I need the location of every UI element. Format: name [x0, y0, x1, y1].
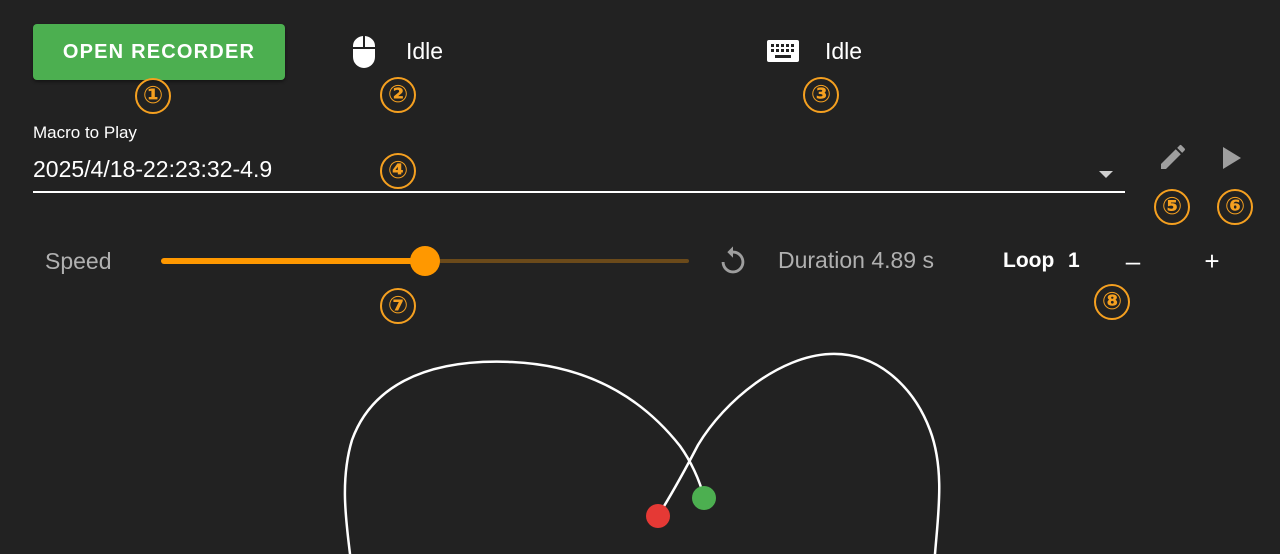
macro-select-underline — [33, 191, 1125, 193]
play-icon[interactable] — [1220, 145, 1244, 176]
annotation-badge-1: ① — [135, 78, 171, 114]
mouse-status: Idle — [406, 38, 444, 64]
mouse-path-line — [343, 360, 706, 554]
refresh-icon[interactable] — [716, 245, 750, 284]
loop-label: Loop — [1003, 249, 1055, 272]
annotation-badge-7: ⑦ — [380, 288, 416, 324]
keyboard-status: Idle — [825, 38, 863, 64]
path-start-point — [692, 486, 716, 510]
annotation-badge-2: ② — [380, 77, 416, 113]
annotation-badge-5: ⑤ — [1154, 189, 1190, 225]
speed-slider-thumb[interactable] — [410, 246, 440, 276]
loop-value: 1 — [1068, 249, 1080, 272]
mouse-path-canvas — [343, 352, 941, 554]
loop-decrement-button[interactable]: – — [1118, 246, 1148, 277]
macro-select-label: Macro to Play — [33, 123, 137, 142]
duration-text: Duration 4.89 s — [778, 247, 934, 273]
annotation-badge-8: ⑧ — [1094, 284, 1130, 320]
annotation-badge-6: ⑥ — [1217, 189, 1253, 225]
mouse-path-line-2 — [656, 352, 941, 554]
annotation-badge-3: ③ — [803, 77, 839, 113]
open-recorder-button[interactable]: OPEN RECORDER — [33, 24, 285, 80]
path-end-point — [646, 504, 670, 528]
speed-slider-fill — [161, 258, 425, 264]
speed-slider[interactable] — [161, 244, 689, 278]
caret-down-icon[interactable] — [1098, 166, 1114, 184]
macro-select-value[interactable]: 2025/4/18-22:23:32-4.9 — [33, 156, 272, 183]
pencil-icon[interactable] — [1157, 141, 1189, 178]
speed-label: Speed — [45, 248, 112, 274]
mouse-icon — [351, 35, 377, 74]
keyboard-icon — [767, 40, 799, 67]
loop-increment-button[interactable]: + — [1197, 246, 1227, 277]
annotation-badge-4: ④ — [380, 153, 416, 189]
